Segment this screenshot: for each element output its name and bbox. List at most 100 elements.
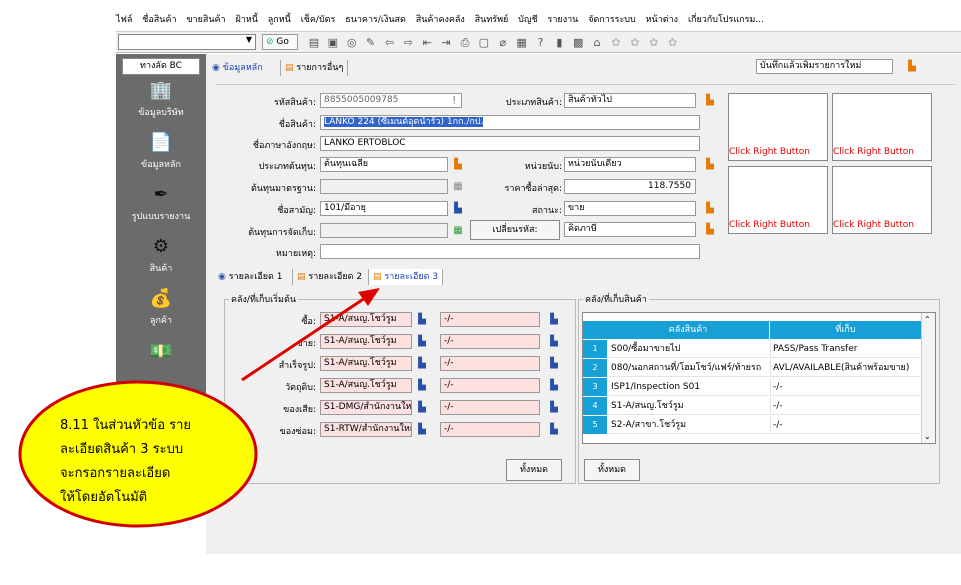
- location-lookup-icon[interactable]: ▙: [548, 335, 560, 348]
- forward-icon[interactable]: ⇨: [400, 35, 416, 51]
- menu-inventory[interactable]: สินค้าคงคลัง: [416, 15, 465, 25]
- warehouse-lookup-icon[interactable]: ▙: [416, 335, 428, 348]
- print-icon[interactable]: ⎙: [457, 35, 473, 51]
- preview-icon[interactable]: ▢: [476, 35, 492, 51]
- menu-cheque[interactable]: เช็ค/บัตร: [301, 15, 336, 25]
- help-icon[interactable]: ?: [533, 35, 549, 51]
- default-location-field[interactable]: -/-: [440, 400, 540, 415]
- unit-field[interactable]: หน่วยนับเดียว: [564, 157, 696, 172]
- menu-product-name[interactable]: ชื่อสินค้า: [142, 15, 176, 25]
- new-icon[interactable]: ▤: [306, 35, 322, 51]
- cost-type-field[interactable]: ต้นทุนเฉลี่ย: [320, 157, 448, 172]
- last-buy-price-field[interactable]: 118.7550: [564, 179, 696, 194]
- warehouse-lookup-icon[interactable]: ▙: [416, 401, 428, 414]
- store-all-button[interactable]: ทั้งหมด: [584, 459, 640, 481]
- warehouse-grid[interactable]: คลังสินค้า ที่เก็บ 1 S00/ซื้อมาขายไป PASS/…: [582, 312, 936, 444]
- chevron-up-icon[interactable]: ⌃: [924, 315, 931, 324]
- attach-icon[interactable]: ⌀: [495, 35, 511, 51]
- grid-cell-warehouse[interactable]: ISP1/Inspection S01: [609, 378, 769, 396]
- menu-sales[interactable]: ขายสินค้า: [186, 15, 225, 25]
- tax-field[interactable]: คิดภาษี: [564, 222, 696, 237]
- default-location-field[interactable]: -/-: [440, 356, 540, 371]
- toolbar-combo[interactable]: ▼: [118, 34, 256, 50]
- tab-other[interactable]: ▤ รายการอื่นๆ: [280, 60, 349, 76]
- menu-payables[interactable]: ฝ้าหนี้: [235, 15, 257, 25]
- location-lookup-icon[interactable]: ▙: [548, 423, 560, 436]
- last-icon[interactable]: ⇥: [438, 35, 454, 51]
- warehouse-lookup-icon[interactable]: ▙: [416, 423, 428, 436]
- column-header-warehouse[interactable]: คลังสินค้า: [607, 321, 769, 339]
- grid-cell-location[interactable]: PASS/Pass Transfer: [770, 340, 920, 358]
- calculator-icon[interactable]: ▦: [514, 35, 530, 51]
- sidebar-item-master[interactable]: 📄 ข้อมูลหลัก: [116, 130, 206, 171]
- sidebar-item-products[interactable]: ⚙ สินค้า: [116, 234, 206, 275]
- location-lookup-icon[interactable]: ▙: [548, 379, 560, 392]
- common-name-field[interactable]: 101/มีอายุ: [320, 201, 448, 216]
- first-icon[interactable]: ⇤: [419, 35, 435, 51]
- chevron-down-icon[interactable]: ⌄: [924, 432, 931, 441]
- save-mode-select[interactable]: บันทึกแล้วเพิ่มรายการใหม่: [756, 59, 893, 74]
- tax-lookup-icon[interactable]: ▙: [704, 223, 716, 236]
- default-location-field[interactable]: -/-: [440, 312, 540, 327]
- picture-box-4[interactable]: Click Right Button: [832, 166, 932, 234]
- grid-cell-warehouse[interactable]: S00/ซื้อมาขายไป: [609, 340, 769, 358]
- common-name-lookup-icon[interactable]: ▙: [452, 202, 464, 215]
- picture-box-3[interactable]: Click Right Button: [728, 166, 828, 234]
- grid-cell-warehouse[interactable]: S1-A/สนญ.โชว์รูม: [609, 397, 769, 415]
- menu-file[interactable]: ไฟล์: [116, 15, 132, 25]
- location-lookup-icon[interactable]: ▙: [548, 313, 560, 326]
- standard-cost-field[interactable]: [320, 179, 448, 194]
- warehouse-lookup-icon[interactable]: ▙: [416, 379, 428, 392]
- edit-icon[interactable]: ✎: [363, 35, 379, 51]
- default-warehouse-field[interactable]: S1-DMG/สำนักงานใหญ่: [320, 400, 412, 415]
- start-all-button[interactable]: ทั้งหมด: [506, 459, 562, 481]
- go-button[interactable]: ⊘ Go: [262, 34, 298, 50]
- save-icon[interactable]: ▣: [325, 35, 341, 51]
- calculator-icon[interactable]: ▦: [452, 180, 464, 193]
- location-lookup-icon[interactable]: ▙: [548, 401, 560, 414]
- location-lookup-icon[interactable]: ▙: [548, 357, 560, 370]
- default-warehouse-field[interactable]: S1-RTW/สำนักงานใหญ่: [320, 422, 412, 437]
- product-type-field[interactable]: สินค้าทั่วไป: [564, 93, 696, 108]
- tab-main[interactable]: ◉ ข้อมูลหลัก: [208, 60, 267, 76]
- sidebar-item-more[interactable]: 💵: [116, 339, 206, 366]
- sidebar-item-report-format[interactable]: ✒ รูปแบบรายงาน: [116, 182, 206, 223]
- storage-cost-field[interactable]: [320, 223, 448, 238]
- save-mode-icon[interactable]: ▙: [906, 60, 918, 73]
- menu-about[interactable]: เกี่ยวกับโปรแกรม...: [688, 15, 764, 25]
- sidebar-item-company[interactable]: 🏢 ข้อมูลบริษัท: [116, 78, 206, 119]
- grid-cell-location[interactable]: -/-: [770, 378, 920, 396]
- grid-icon[interactable]: ▩: [570, 35, 586, 51]
- grid-cell-location[interactable]: AVL/AVAILABLE(สินค้าพร้อมขาย): [770, 359, 920, 377]
- default-location-field[interactable]: -/-: [440, 422, 540, 437]
- back-icon[interactable]: ⇦: [382, 35, 398, 51]
- product-type-lookup-icon[interactable]: ▙: [704, 94, 716, 107]
- warehouse-lookup-icon[interactable]: ▙: [416, 357, 428, 370]
- menu-receivables[interactable]: ลูกหนี้: [268, 15, 291, 25]
- default-location-field[interactable]: -/-: [440, 378, 540, 393]
- picture-box-1[interactable]: Click Right Button: [728, 93, 828, 161]
- menu-bank[interactable]: ธนาคาร/เงินสด: [345, 15, 406, 25]
- find-icon[interactable]: ◎: [344, 35, 360, 51]
- name-field[interactable]: LANKO 224 (ซีเมนต์อุดน้ำรั่ว) 1กก./กป.: [320, 115, 700, 130]
- code-field[interactable]: 8855005009785: [320, 93, 462, 108]
- lock-icon[interactable]: ⌂: [589, 35, 605, 51]
- menu-reports[interactable]: รายงาน: [548, 15, 579, 25]
- sidebar-item-customers[interactable]: 💰 ลูกค้า: [116, 286, 206, 327]
- status-field[interactable]: ขาย: [564, 201, 696, 216]
- chart-icon[interactable]: ▮: [551, 35, 567, 51]
- picture-box-2[interactable]: Click Right Button: [832, 93, 932, 161]
- note-field[interactable]: [320, 244, 700, 259]
- grid-cell-warehouse[interactable]: S2-A/สาขา.โชว์รูม: [609, 416, 769, 434]
- column-header-location[interactable]: ที่เก็บ: [769, 321, 921, 339]
- change-code-button[interactable]: เปลี่ยนรหัส:: [470, 220, 560, 240]
- grid-cell-location[interactable]: -/-: [770, 397, 920, 415]
- status-lookup-icon[interactable]: ▙: [704, 202, 716, 215]
- menu-window[interactable]: หน้าต่าง: [646, 15, 678, 25]
- warehouse-lookup-icon[interactable]: ▙: [416, 313, 428, 326]
- default-location-field[interactable]: -/-: [440, 334, 540, 349]
- unit-lookup-icon[interactable]: ▙: [704, 158, 716, 171]
- english-name-field[interactable]: LANKO ERTOBLOC: [320, 136, 700, 151]
- menu-system[interactable]: จัดการระบบ: [588, 15, 636, 25]
- grid-scrollbar[interactable]: ⌃ ⌄: [921, 313, 935, 443]
